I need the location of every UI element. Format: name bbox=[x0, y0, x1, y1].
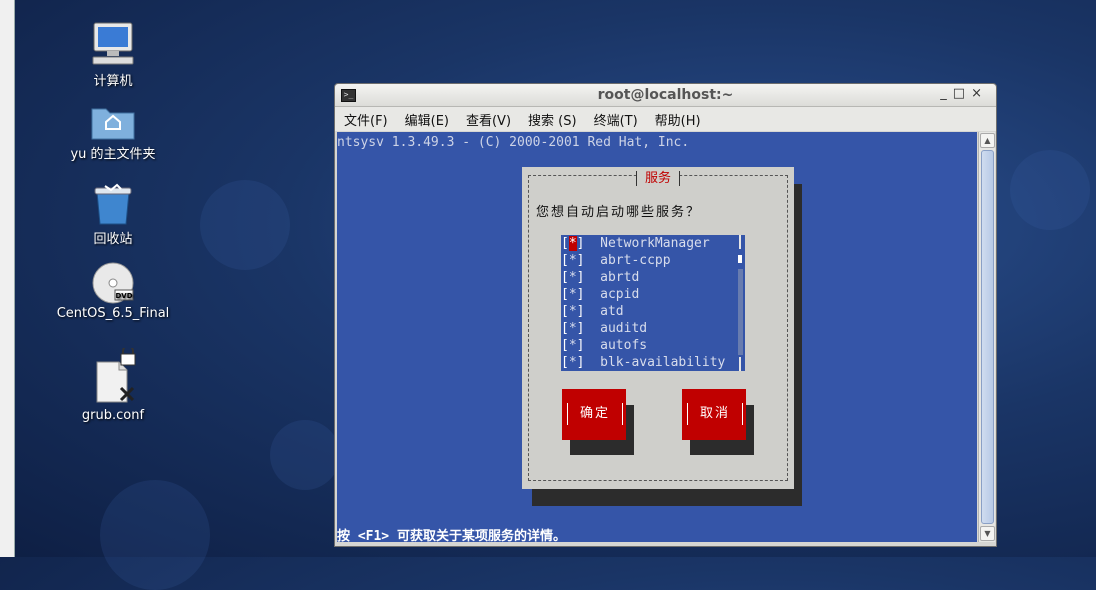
service-name: blk-availability bbox=[600, 355, 726, 370]
service-checkbox[interactable]: * bbox=[569, 304, 577, 319]
desktop-icon-label: grub.conf bbox=[81, 408, 145, 423]
home-folder-icon bbox=[91, 108, 135, 140]
list-scrollbar[interactable] bbox=[736, 235, 744, 371]
service-name: NetworkManager bbox=[600, 236, 710, 251]
scroll-down-arrow-icon[interactable]: ▼ bbox=[980, 526, 995, 541]
terminal-scrollbar[interactable]: ▲ ▼ bbox=[978, 132, 995, 542]
menu-file[interactable]: 文件(F) bbox=[335, 107, 396, 129]
desktop-icon-label: 回收站 bbox=[93, 232, 133, 247]
dialog-title: 服务 bbox=[522, 167, 794, 186]
service-name: atd bbox=[600, 304, 624, 319]
maximize-button[interactable]: □ bbox=[953, 86, 971, 101]
service-item[interactable]: [*] atd bbox=[561, 303, 624, 320]
dialog-prompt: 您想自动启动哪些服务？ bbox=[536, 205, 702, 220]
menu-help[interactable]: 帮助(H) bbox=[646, 107, 709, 129]
terminal-screen[interactable]: ntsysv 1.3.49.3 - (C) 2000-2001 Red Hat,… bbox=[337, 132, 977, 544]
desktop-icon-label: CentOS_6.5_Final bbox=[56, 306, 170, 321]
wallpaper-bubble bbox=[270, 420, 340, 490]
trash-icon bbox=[94, 183, 132, 225]
cancel-button-label: 取消 bbox=[687, 403, 743, 425]
service-item[interactable]: [*] NetworkManager bbox=[561, 235, 710, 252]
service-item[interactable]: [*] abrt-ccpp bbox=[561, 252, 671, 269]
terminal-window[interactable]: >_ root@localhost:~ _□× 文件(F) 编辑(E) 查看(V) 搜… bbox=[334, 83, 997, 547]
service-item[interactable]: [*] abrtd bbox=[561, 269, 639, 286]
list-scrollbar-track bbox=[738, 235, 743, 371]
cancel-button[interactable]: 取消 bbox=[682, 389, 746, 440]
ok-button[interactable]: 确定 bbox=[562, 389, 626, 440]
service-checkbox[interactable]: * bbox=[568, 236, 577, 251]
service-checkbox[interactable]: * bbox=[569, 355, 577, 370]
window-titlebar[interactable]: >_ root@localhost:~ _□× bbox=[335, 84, 996, 107]
ok-button-label: 确定 bbox=[567, 403, 623, 425]
desktop-icon-home[interactable]: yu 的主文件夹 bbox=[53, 103, 173, 162]
service-checkbox[interactable]: * bbox=[569, 338, 577, 353]
service-name: abrt-ccpp bbox=[600, 253, 671, 268]
service-name: abrtd bbox=[600, 270, 640, 285]
help-status-line: 按 <F1> 可获取关于某项服务的详情。 bbox=[337, 529, 566, 544]
service-item[interactable]: [*] autofs bbox=[561, 337, 647, 354]
service-name: autofs bbox=[600, 338, 648, 353]
window-title: root@localhost:~ bbox=[597, 87, 734, 103]
service-item[interactable]: [*] acpid bbox=[561, 286, 639, 303]
minimize-button[interactable]: _ bbox=[940, 86, 953, 101]
menu-edit[interactable]: 编辑(E) bbox=[396, 107, 457, 129]
desktop-icon-dvd[interactable]: DVD CentOS_6.5_Final bbox=[53, 262, 173, 321]
menu-bar: 文件(F) 编辑(E) 查看(V) 搜索 (S) 终端(T) 帮助(H) bbox=[335, 107, 996, 131]
desktop-icon-grub-conf[interactable]: grub.conf bbox=[53, 348, 173, 423]
service-name: auditd bbox=[600, 321, 648, 336]
service-item[interactable]: [*] blk-availability bbox=[561, 354, 725, 371]
desktop-icon-computer[interactable]: 计算机 bbox=[53, 20, 173, 89]
locked-file-icon bbox=[96, 348, 136, 403]
desktop-icon-trash[interactable]: 回收站 bbox=[53, 182, 173, 247]
wallpaper-bubble bbox=[200, 180, 290, 270]
dvd-icon: DVD bbox=[92, 262, 134, 304]
services-dialog: 服务 您想自动启动哪些服务？ [*] NetworkManager [*] ab… bbox=[522, 167, 794, 489]
wallpaper-bubble bbox=[1010, 150, 1090, 230]
scroll-up-arrow-icon[interactable]: ▲ bbox=[980, 133, 995, 148]
wallpaper-bubble bbox=[100, 480, 210, 590]
left-panel-edge bbox=[0, 0, 15, 557]
close-button[interactable]: × bbox=[971, 86, 988, 101]
scrollbar-thumb[interactable] bbox=[981, 150, 994, 524]
menu-search[interactable]: 搜索 (S) bbox=[519, 107, 585, 129]
desktop-icon-label: 计算机 bbox=[93, 74, 133, 89]
service-checkbox[interactable]: * bbox=[569, 253, 577, 268]
service-checkbox[interactable]: * bbox=[569, 321, 577, 336]
computer-icon bbox=[92, 22, 134, 65]
menu-view[interactable]: 查看(V) bbox=[457, 107, 519, 129]
desktop-icon-label: yu 的主文件夹 bbox=[70, 147, 156, 162]
window-controls: _□× bbox=[940, 86, 988, 101]
service-name: acpid bbox=[600, 287, 640, 302]
service-checkbox[interactable]: * bbox=[569, 287, 577, 302]
menu-terminal[interactable]: 终端(T) bbox=[585, 107, 646, 129]
svg-text:DVD: DVD bbox=[115, 292, 132, 300]
service-checkbox[interactable]: * bbox=[569, 270, 577, 285]
service-item[interactable]: [*] auditd bbox=[561, 320, 647, 337]
ntsysv-header-line: ntsysv 1.3.49.3 - (C) 2000-2001 Red Hat,… bbox=[337, 135, 690, 150]
services-list[interactable]: [*] NetworkManager [*] abrt-ccpp [*] abr… bbox=[561, 235, 745, 371]
